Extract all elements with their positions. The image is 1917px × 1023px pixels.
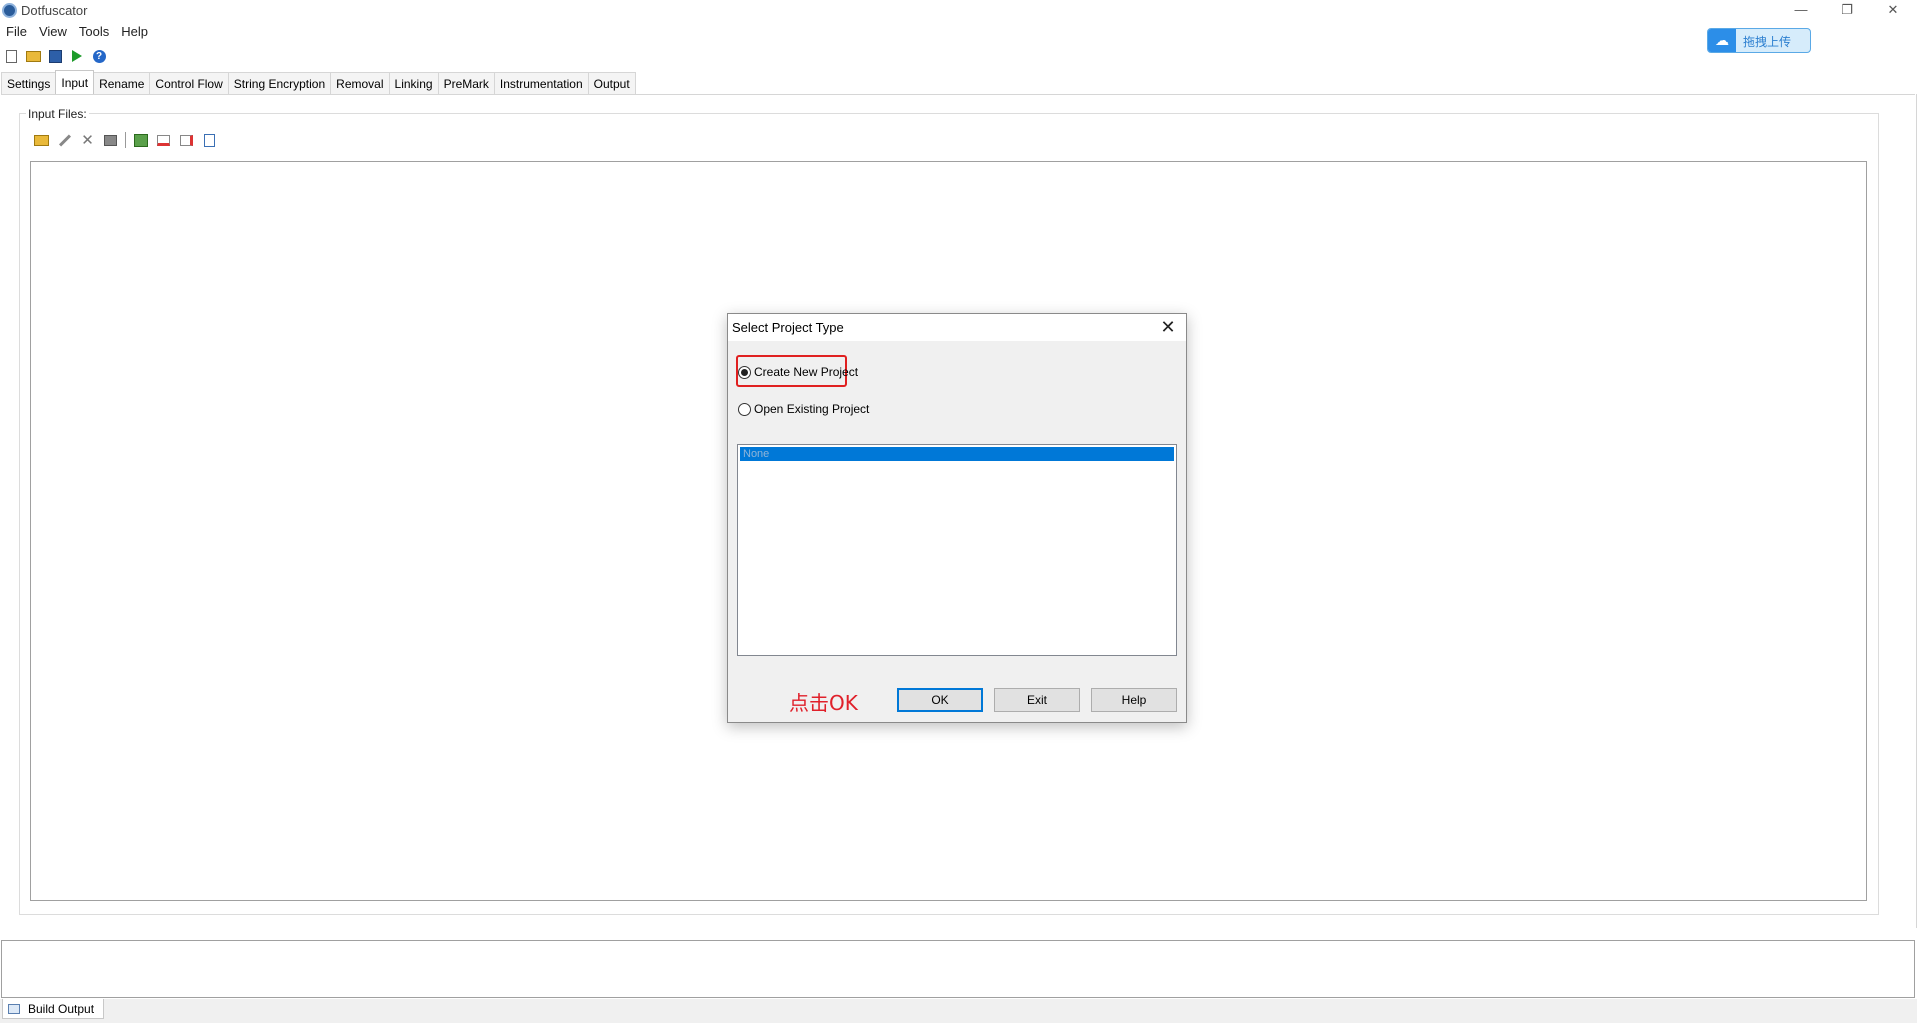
menu-tools[interactable]: Tools [73, 22, 115, 42]
radio-create-new[interactable] [738, 365, 751, 379]
cloud-icon: ☁ [1708, 29, 1736, 52]
tab-control-flow[interactable]: Control Flow [149, 72, 229, 94]
add-input-button[interactable] [30, 130, 53, 150]
delete-icon: ✕ [81, 131, 94, 149]
tab-settings[interactable]: Settings [1, 72, 57, 94]
project-list[interactable]: None [737, 444, 1177, 656]
window-title: Dotfuscator [21, 3, 88, 18]
build-output-icon [8, 1003, 20, 1014]
open-folder-icon [25, 50, 41, 62]
app-icon [2, 3, 17, 18]
open-existing-project-label: Open Existing Project [754, 402, 870, 416]
document-button[interactable] [198, 130, 221, 150]
uncheck-button[interactable] [175, 130, 198, 150]
edit-icon [58, 133, 71, 147]
save-button[interactable] [44, 46, 66, 66]
dialog-title: Select Project Type [732, 320, 844, 335]
new-file-button[interactable] [0, 46, 22, 66]
tab-string-encryption[interactable]: String Encryption [227, 72, 332, 94]
build-output-area[interactable] [1, 940, 1915, 998]
tab-instrumentation[interactable]: Instrumentation [493, 72, 589, 94]
exit-button[interactable]: Exit [994, 688, 1080, 712]
upload-badge[interactable]: ☁ 拖拽上传 [1707, 28, 1811, 53]
create-new-project-label: Create New Project [754, 365, 859, 379]
run-icon [72, 50, 82, 62]
open-existing-project-option[interactable]: Open Existing Project [738, 402, 869, 416]
radio-open-existing[interactable] [738, 402, 751, 416]
input-files-label: Input Files: [26, 107, 89, 121]
menu-help[interactable]: Help [115, 22, 154, 42]
new-file-icon [5, 49, 17, 63]
tab-removal[interactable]: Removal [330, 72, 390, 94]
menu-file[interactable]: File [0, 22, 33, 42]
create-new-project-option[interactable]: Create New Project [738, 365, 858, 379]
check-button[interactable] [152, 130, 175, 150]
close-window-button[interactable]: ✕ [1870, 0, 1916, 22]
tab-strip: Settings Input Rename Control Flow Strin… [1, 70, 636, 94]
open-button[interactable] [22, 46, 44, 66]
annotation-text: 点击OK [789, 691, 858, 715]
tab-linking[interactable]: Linking [388, 72, 439, 94]
project-list-item[interactable]: None [740, 447, 1174, 461]
menu-view[interactable]: View [33, 22, 73, 42]
check-icon [157, 134, 170, 146]
upload-label: 拖拽上传 [1743, 35, 1792, 49]
tab-rename[interactable]: Rename [93, 72, 151, 94]
title-bar: Dotfuscator — ❐ ✕ [0, 0, 1917, 22]
input-files-toolbar: ✕ [30, 130, 221, 150]
grid-button[interactable] [129, 130, 152, 150]
build-output-label: Build Output [28, 1001, 95, 1016]
copy-input-button[interactable] [99, 130, 122, 150]
select-project-type-dialog: Select Project Type ✕ Create New Project… [727, 313, 1187, 723]
tab-premark[interactable]: PreMark [437, 72, 495, 94]
dialog-title-bar: Select Project Type ✕ [728, 314, 1186, 341]
delete-input-button[interactable]: ✕ [76, 130, 99, 150]
add-folder-icon [34, 134, 49, 146]
tab-input[interactable]: Input [55, 70, 95, 94]
radio-selected-dot [741, 368, 748, 376]
dialog-close-button[interactable]: ✕ [1152, 315, 1184, 340]
build-output-tab[interactable]: Build Output [2, 999, 104, 1019]
copy-icon [104, 134, 117, 146]
help-dialog-button[interactable]: Help [1091, 688, 1177, 712]
ok-button[interactable]: OK [897, 688, 983, 712]
output-tab-strip: Build Output [0, 999, 1917, 1023]
help-icon: ? [92, 49, 106, 63]
toolbar-separator [125, 132, 126, 148]
menu-bar: File View Tools Help [0, 22, 1700, 42]
help-button[interactable]: ? [88, 46, 110, 66]
save-icon [48, 49, 62, 63]
tab-output[interactable]: Output [587, 72, 636, 94]
uncheck-icon [180, 134, 193, 146]
edit-input-button[interactable] [53, 130, 76, 150]
run-button[interactable] [66, 46, 88, 66]
maximize-button[interactable]: ❐ [1824, 0, 1870, 22]
minimize-button[interactable]: — [1778, 0, 1824, 22]
grid-icon [133, 133, 148, 147]
document-icon [204, 133, 215, 147]
main-toolbar: ? [0, 46, 110, 66]
